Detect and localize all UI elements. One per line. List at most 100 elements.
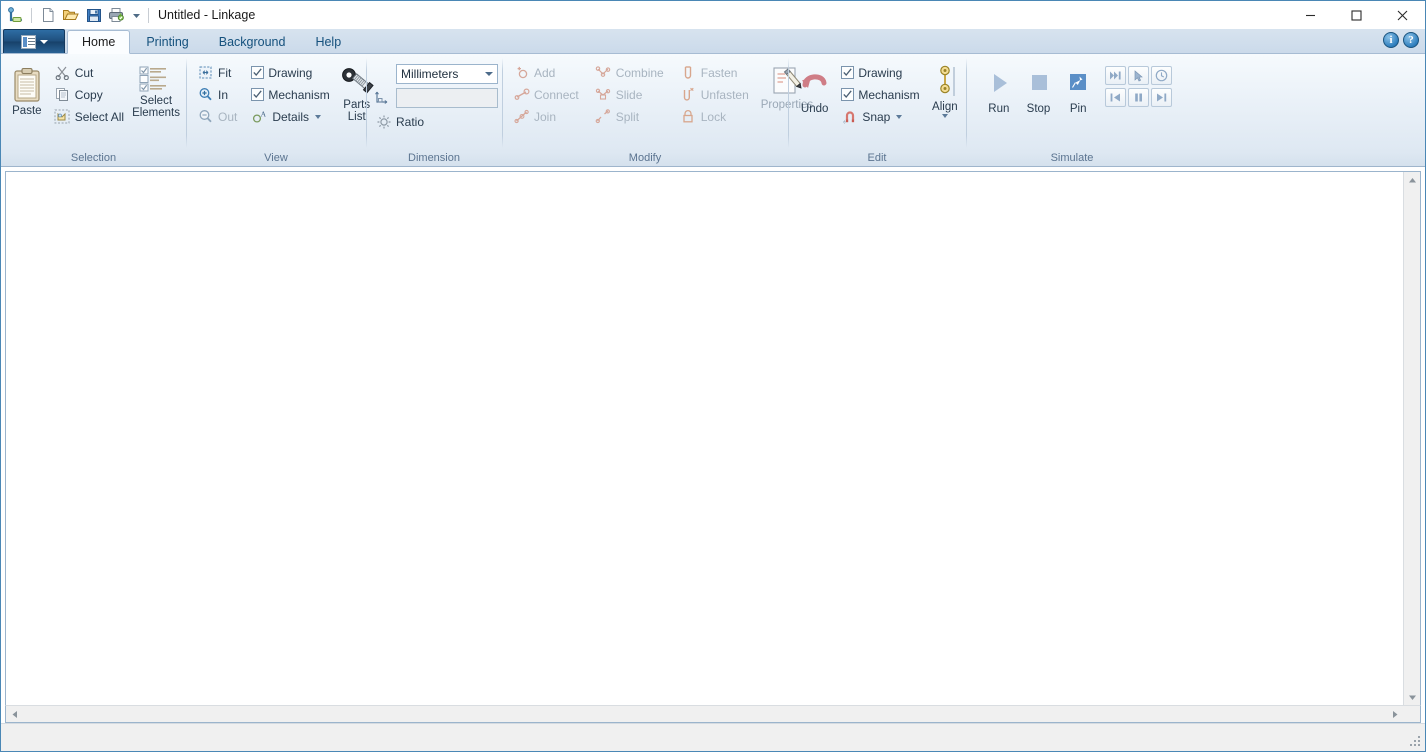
fit-label: Fit <box>218 65 232 80</box>
cut-button[interactable]: Cut <box>52 62 128 83</box>
help-icon[interactable]: ? <box>1403 32 1419 48</box>
scroll-right-button[interactable] <box>1387 706 1403 722</box>
clock-icon[interactable] <box>1151 66 1173 85</box>
paste-button[interactable]: Paste <box>8 63 46 117</box>
resize-grip[interactable] <box>1410 736 1422 748</box>
split-button[interactable]: Split <box>593 106 668 127</box>
drawing-canvas[interactable] <box>6 172 1403 705</box>
ratio-button[interactable]: Ratio <box>373 111 428 132</box>
add-button[interactable]: Add <box>511 62 583 83</box>
info-icon[interactable]: i <box>1383 32 1399 48</box>
units-select-value: Millimeters <box>401 67 459 81</box>
edit-mechanism-checkbox[interactable]: Mechanism <box>839 84 923 105</box>
copy-button[interactable]: Copy <box>52 84 128 105</box>
application-menu-icon <box>20 34 36 49</box>
application-menu-button[interactable] <box>3 29 65 53</box>
view-drawing-checkbox[interactable]: Drawing <box>249 62 333 83</box>
stop-label: Stop <box>1026 103 1051 115</box>
tab-help[interactable]: Help <box>301 30 355 53</box>
fit-icon <box>197 64 214 81</box>
maximize-button[interactable] <box>1333 1 1379 29</box>
pin-button[interactable]: Pin <box>1059 61 1097 115</box>
group-label-simulate: Simulate <box>1050 152 1094 164</box>
select-elements-label: Select Elements <box>132 95 180 119</box>
horizontal-scrollbar[interactable] <box>6 706 1403 722</box>
fit-button[interactable]: Fit <box>195 62 241 83</box>
combine-icon <box>595 64 612 81</box>
add-label: Add <box>534 65 556 80</box>
chevron-down-icon <box>485 72 493 76</box>
close-button[interactable] <box>1379 1 1425 29</box>
snap-magnet-icon <box>841 108 858 125</box>
units-select[interactable]: Millimeters <box>396 64 498 84</box>
snap-dropdown[interactable]: Snap <box>839 106 923 127</box>
chevron-down-icon <box>896 114 903 119</box>
skip-to-start-icon[interactable] <box>1105 88 1127 107</box>
info-icon-glyph: i <box>1389 34 1393 46</box>
chevron-down-icon <box>941 114 948 118</box>
copy-label: Copy <box>74 87 103 102</box>
undo-button[interactable]: Undo <box>798 61 831 115</box>
checkbox-icon <box>251 88 265 101</box>
connect-button[interactable]: Connect <box>511 84 583 105</box>
qat-customize-dropdown-icon[interactable] <box>129 5 143 26</box>
linkage-app-icon[interactable] <box>5 5 26 26</box>
print-icon[interactable] <box>106 5 127 26</box>
select-all-button[interactable]: Select All <box>52 106 128 127</box>
edit-drawing-checkbox[interactable]: Drawing <box>839 62 923 83</box>
select-elements-button[interactable]: Select Elements <box>132 61 180 119</box>
modify-col-1: Add Connect Join <box>511 61 583 127</box>
view-details-dropdown[interactable]: A Details <box>249 106 333 127</box>
new-icon[interactable] <box>37 5 58 26</box>
view-toggle-commands: Drawing Mechanism A Details <box>249 61 333 127</box>
step-forward-icon[interactable] <box>1151 88 1173 107</box>
dimension-units-row: Millimeters <box>373 63 498 85</box>
skip-to-end-icon[interactable] <box>1105 66 1127 85</box>
tab-home[interactable]: Home <box>67 30 131 54</box>
group-label-dimension: Dimension <box>408 152 460 164</box>
lock-label: Lock <box>700 109 727 124</box>
vertical-scrollbar[interactable] <box>1403 172 1420 705</box>
ribbon-group-selection: Paste Cut Copy Select All Select Element… <box>1 54 186 166</box>
tab-printing[interactable]: Printing <box>132 30 202 53</box>
open-icon[interactable] <box>60 5 81 26</box>
select-all-icon <box>54 108 71 125</box>
scale-input[interactable] <box>396 88 498 108</box>
slide-button[interactable]: Slide <box>593 84 668 105</box>
view-drawing-label: Drawing <box>268 65 313 80</box>
details-icon: A <box>251 108 268 125</box>
workspace <box>1 167 1425 723</box>
view-mechanism-checkbox[interactable]: Mechanism <box>249 84 333 105</box>
combine-button[interactable]: Combine <box>593 62 668 83</box>
pause-icon[interactable] <box>1128 88 1150 107</box>
cursor-arrow-icon[interactable] <box>1128 66 1150 85</box>
save-icon[interactable] <box>83 5 104 26</box>
scrollbar-corner <box>1403 706 1420 722</box>
combine-label: Combine <box>615 65 664 80</box>
tab-background[interactable]: Background <box>205 30 300 53</box>
application-window: Untitled - Linkage Home Printing Backgro… <box>0 0 1426 752</box>
selection-commands: Cut Copy Select All <box>52 61 128 127</box>
join-button[interactable]: Join <box>511 106 583 127</box>
unfasten-button[interactable]: Unfasten <box>678 84 753 105</box>
fasten-button[interactable]: Fasten <box>678 62 753 83</box>
stop-button[interactable]: Stop <box>1020 61 1058 115</box>
chevron-down-icon <box>39 39 48 44</box>
scroll-down-button[interactable] <box>1404 689 1420 705</box>
pin-label: Pin <box>1069 103 1087 115</box>
parts-list-label-line2: List <box>347 111 366 123</box>
align-button[interactable]: Align <box>930 61 960 118</box>
slide-label: Slide <box>615 87 643 102</box>
lock-button[interactable]: Lock <box>678 106 753 127</box>
ratio-label: Ratio <box>396 114 425 129</box>
run-button[interactable]: Run <box>980 61 1018 115</box>
align-label: Align <box>932 101 958 113</box>
zoom-out-button[interactable]: Out <box>195 106 241 127</box>
minimize-button[interactable] <box>1287 1 1333 29</box>
scroll-left-button[interactable] <box>6 706 22 722</box>
ribbon-help-icons: i ? <box>1383 32 1419 48</box>
split-label: Split <box>615 109 640 124</box>
checkbox-icon <box>841 66 855 79</box>
zoom-in-button[interactable]: In <box>195 84 241 105</box>
scroll-up-button[interactable] <box>1404 172 1420 188</box>
